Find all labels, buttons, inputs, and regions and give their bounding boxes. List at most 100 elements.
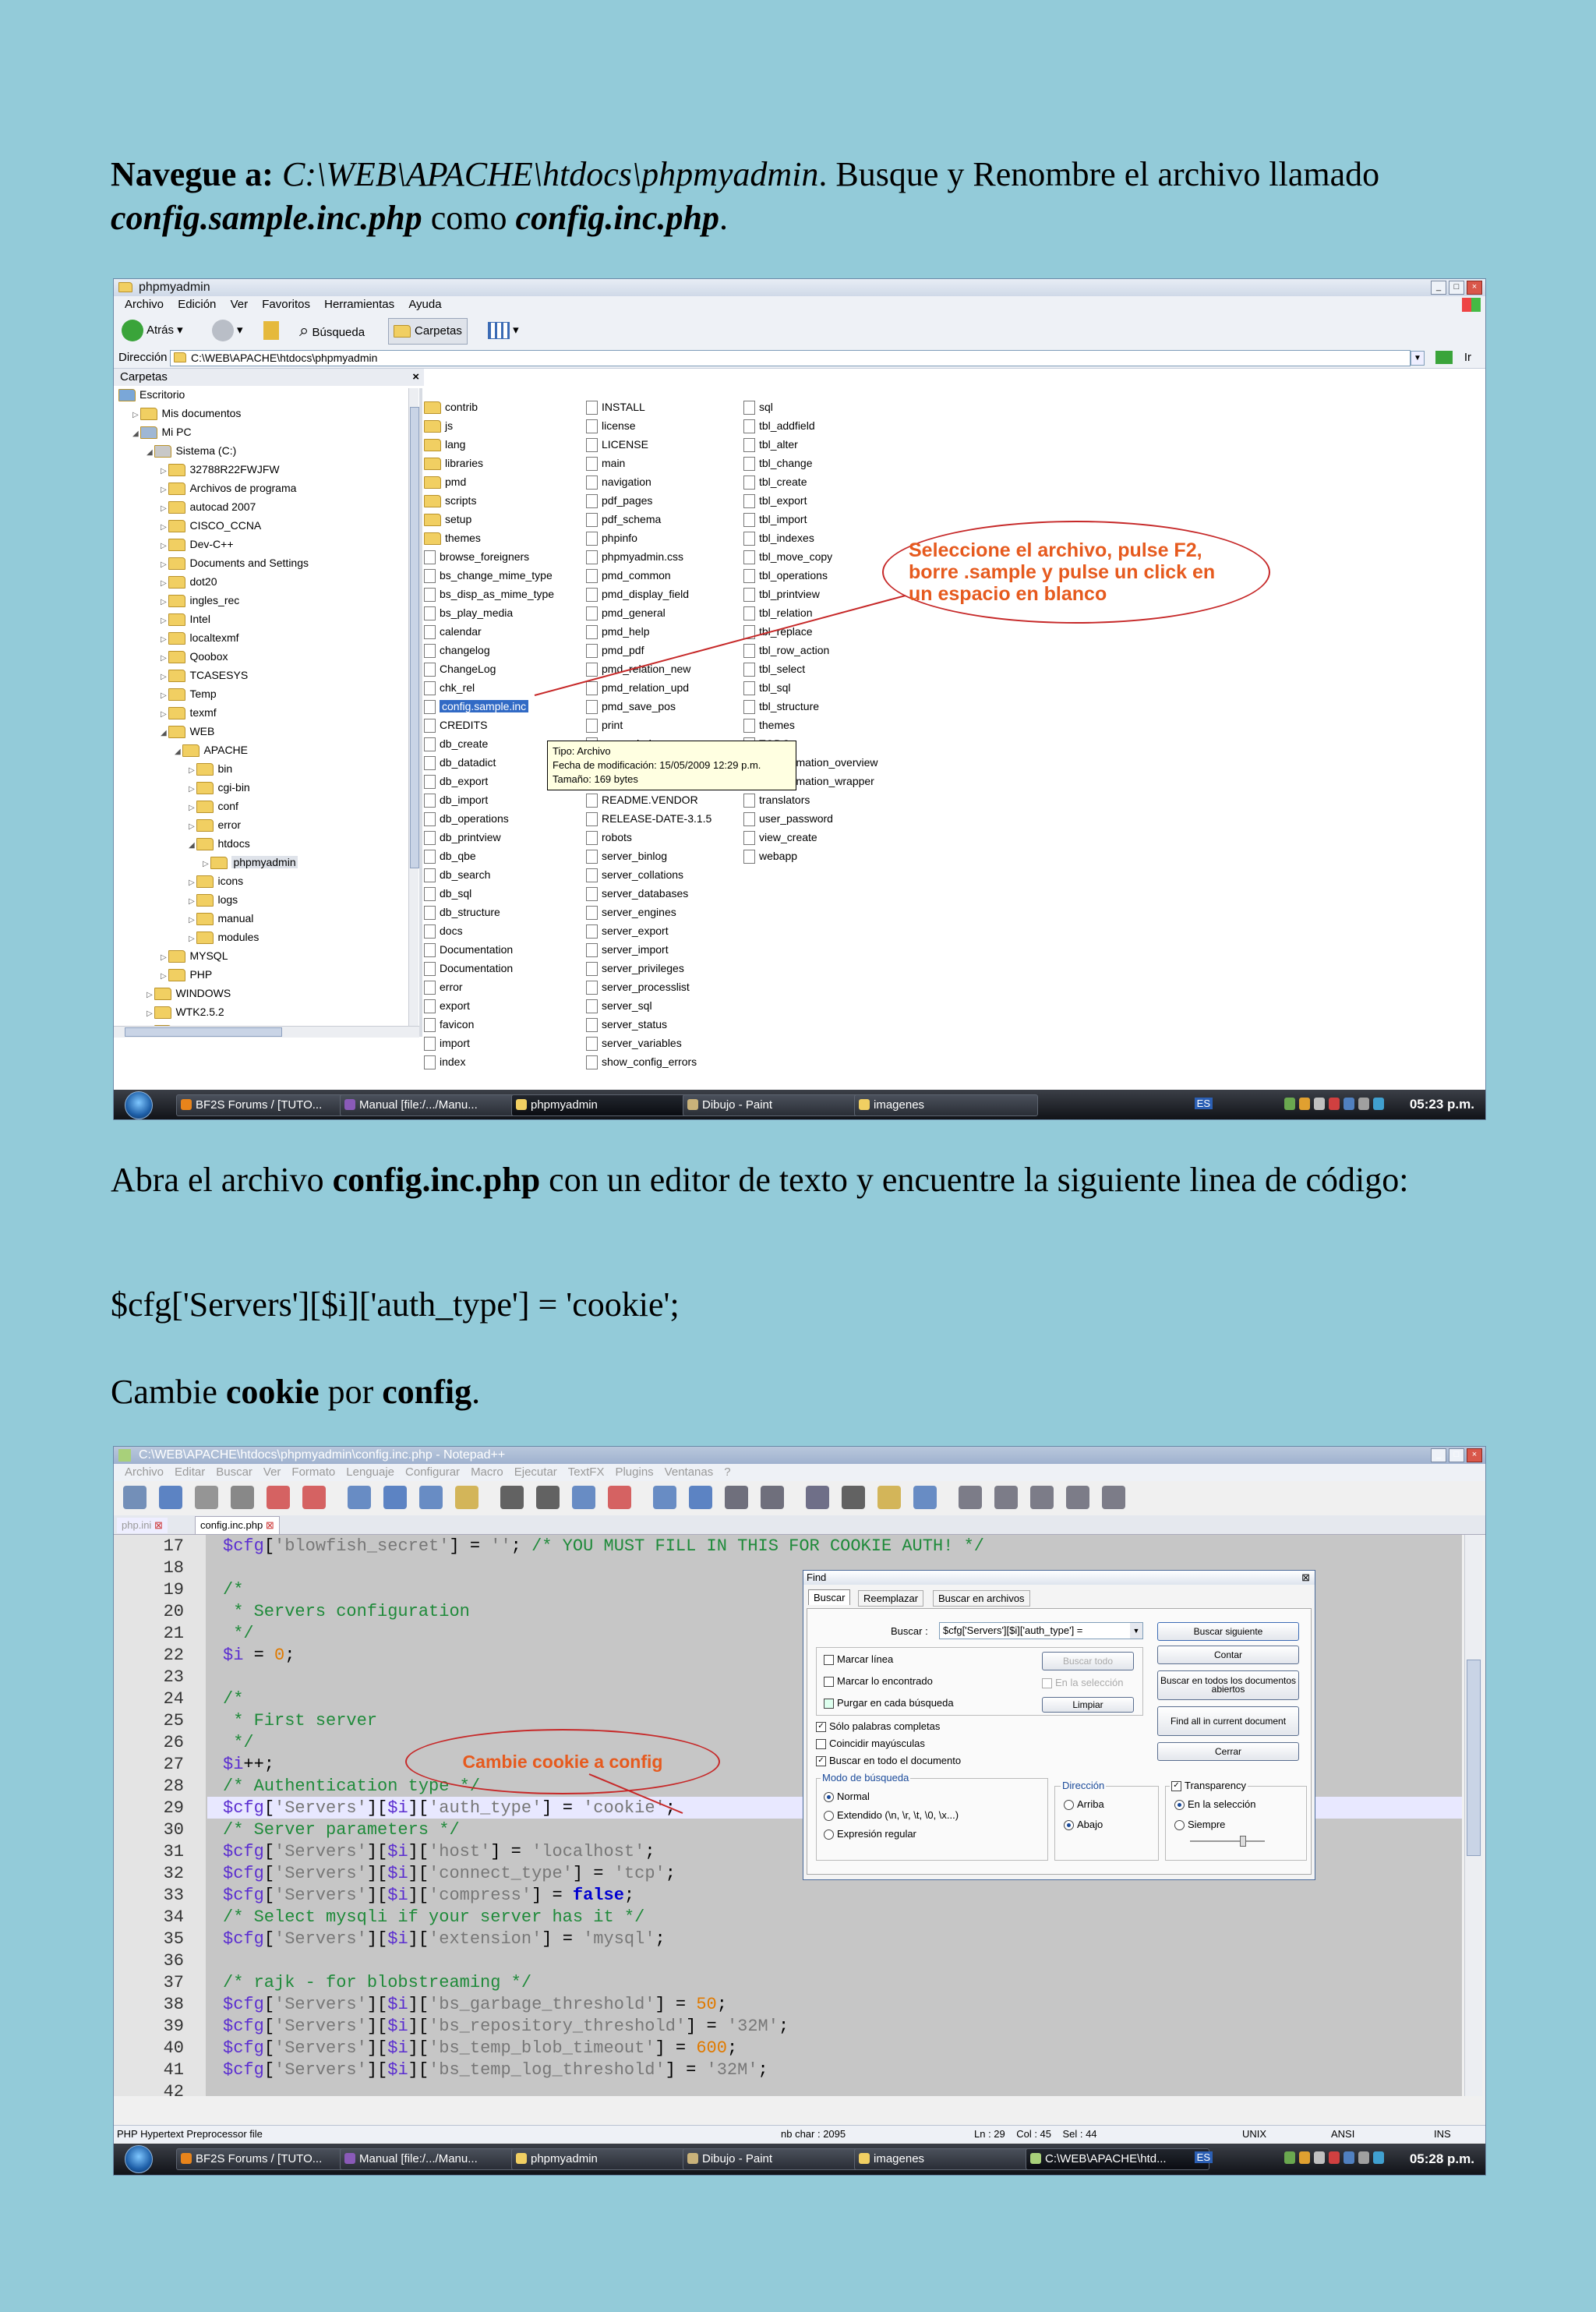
callout-text: Seleccione el archivo, pulse F2, borre .… [909, 539, 1216, 605]
taskbar-item-phpmyadmin[interactable]: phpmyadmin [511, 1094, 695, 1116]
taskbar-label: Dibujo - Paint [702, 1098, 773, 1112]
find-next-button[interactable]: Buscar siguiente [1157, 1622, 1299, 1641]
radio-label: Normal [837, 1791, 870, 1802]
trans-on-selection-radio[interactable]: En la selección [1174, 1798, 1256, 1811]
mark-found-checkbox[interactable]: Marcar lo encontrado [824, 1675, 933, 1688]
taskbar-item-manual[interactable]: Manual [file:/.../Manu... [340, 2148, 524, 2170]
volume-icon[interactable] [1373, 1098, 1384, 1110]
taskbar-label: phpmyadmin [531, 1098, 598, 1112]
checkbox-label: Coincidir mayúsculas [829, 1738, 925, 1749]
paint-icon [687, 1099, 698, 1110]
keyword-config: config [382, 1373, 472, 1411]
mode-normal-radio[interactable]: Normal [824, 1791, 870, 1803]
taskbar-label: phpmyadmin [531, 2152, 598, 2165]
checkbox-label: Buscar en todo el documento [829, 1755, 962, 1766]
taskbar-label: BF2S Forums / [TUTO... [196, 1098, 323, 1112]
language-indicator[interactable]: ES [1194, 2151, 1213, 2163]
taskbar-item-paint[interactable]: Dibujo - Paint [683, 2148, 867, 2170]
checkbox-label: Transparency [1185, 1780, 1246, 1791]
radio-label: Arriba [1077, 1798, 1104, 1810]
tray-icon[interactable] [1344, 2151, 1354, 2164]
instruction-change: Cambie cookie por config. [111, 1370, 1484, 1414]
path-text: C:\WEB\APACHE\htdocs\phpmyadmin [281, 155, 819, 193]
tray-icon[interactable] [1299, 2151, 1310, 2164]
taskbar-item-paint[interactable]: Dibujo - Paint [683, 1094, 867, 1116]
taskbar-item-imagenes[interactable]: imagenes [854, 1094, 1038, 1116]
wrap-around-checkbox[interactable]: ✓ Buscar en todo el documento [816, 1755, 962, 1767]
start-button[interactable] [125, 2145, 153, 2173]
search-value: $cfg['Servers'][$i]['auth_type'] = [943, 1624, 1083, 1636]
find-all-open-docs-button[interactable]: Buscar en todos los documentos abiertos [1157, 1670, 1299, 1700]
paint-icon [687, 2153, 698, 2164]
mode-extended-radio[interactable]: Extendido (\n, \r, \t, \0, \x...) [824, 1809, 959, 1822]
tray-icon[interactable] [1314, 1098, 1325, 1110]
purge-checkbox[interactable]: Purgar en cada búsqueda [824, 1697, 954, 1709]
taskbar-item-notepad[interactable]: C:\WEB\APACHE\htd... [1026, 2148, 1209, 2170]
taskbar-label: imagenes [874, 1098, 925, 1112]
eol-format: UNIX [1242, 2128, 1267, 2140]
notepad-icon [1030, 2153, 1041, 2164]
folder-icon [516, 1099, 527, 1110]
taskbar-item-phpmyadmin[interactable]: phpmyadmin [511, 2148, 695, 2170]
encoding: ANSI [1331, 2128, 1355, 2140]
radio-label: En la selección [1188, 1798, 1256, 1810]
volume-icon[interactable] [1373, 2151, 1384, 2164]
transparency-slider[interactable] [1190, 1836, 1265, 1847]
trans-always-radio[interactable]: Siempre [1174, 1819, 1225, 1831]
tray-icon[interactable] [1284, 1098, 1295, 1110]
count-button[interactable]: Contar [1157, 1646, 1299, 1664]
tray-icon[interactable] [1358, 2151, 1369, 2164]
in-selection-checkbox[interactable]: En la selección [1042, 1677, 1123, 1689]
mark-line-checkbox[interactable]: Marcar línea [824, 1653, 894, 1666]
direction-down-radio[interactable]: Abajo [1064, 1819, 1103, 1831]
close-button[interactable]: Cerrar [1157, 1742, 1299, 1761]
taskbar: BF2S Forums / [TUTO... Manual [file:/...… [114, 1090, 1485, 1119]
tray-icon[interactable] [1314, 2151, 1325, 2164]
radio-label: Expresión regular [837, 1828, 916, 1840]
code-line: $cfg['Servers'][$i]['auth_type'] = 'cook… [111, 1285, 680, 1324]
tab-buscar-en-archivos[interactable]: Buscar en archivos [933, 1590, 1030, 1607]
taskbar-item-imagenes[interactable]: imagenes [854, 2148, 1038, 2170]
close-icon[interactable]: ⊠ [1301, 1571, 1310, 1585]
tab-buscar[interactable]: Buscar [808, 1589, 851, 1605]
checkbox-label: Purgar en cada búsqueda [837, 1697, 954, 1709]
cursor-position: Ln : 29 Col : 45 Sel : 44 [974, 2128, 1097, 2140]
instruction-text: Abra el archivo [111, 1161, 333, 1199]
dropdown-icon[interactable]: ▼ [1130, 1623, 1142, 1639]
direction-up-radio[interactable]: Arriba [1064, 1798, 1104, 1811]
instruction-callout: Seleccione el archivo, pulse F2, borre .… [882, 521, 1270, 624]
taskbar-item-firefox[interactable]: BF2S Forums / [TUTO... [176, 1094, 352, 1116]
find-all-current-doc-button[interactable]: Find all in current document [1157, 1706, 1299, 1736]
slider-thumb[interactable] [1240, 1836, 1246, 1847]
tab-reemplazar[interactable]: Reemplazar [858, 1590, 924, 1607]
browser-icon [344, 2153, 355, 2164]
tray-icon[interactable] [1344, 1098, 1354, 1110]
tray-icon[interactable] [1358, 1098, 1369, 1110]
find-all-button[interactable]: Buscar todo [1042, 1652, 1134, 1670]
whole-word-checkbox[interactable]: ✓ Sólo palabras completas [816, 1720, 940, 1733]
tray-icon[interactable] [1329, 2151, 1340, 2164]
taskbar-label: C:\WEB\APACHE\htd... [1045, 2152, 1167, 2165]
search-input[interactable]: $cfg['Servers'][$i]['auth_type'] = ▼ [939, 1622, 1143, 1639]
language-indicator[interactable]: ES [1194, 1098, 1213, 1109]
tray-icon[interactable] [1329, 1098, 1340, 1110]
instruction-text: Cambie [111, 1373, 226, 1411]
old-filename: config.sample.inc.php [111, 199, 422, 237]
instruction-text: como [422, 199, 516, 237]
tray-icon[interactable] [1284, 2151, 1295, 2164]
mode-regex-radio[interactable]: Expresión regular [824, 1828, 916, 1840]
clear-button[interactable]: Limpiar [1042, 1697, 1134, 1713]
instruction-text: . [719, 199, 729, 237]
instruction-text: . [471, 1373, 481, 1411]
clock: 05:28 p.m. [1409, 2151, 1474, 2166]
tray-icon[interactable] [1299, 1098, 1310, 1110]
taskbar-label: Dibujo - Paint [702, 2152, 773, 2165]
checkbox-label: Marcar línea [837, 1653, 894, 1665]
transparency-checkbox[interactable]: ✓ Transparency [1170, 1780, 1248, 1792]
instruction-text: con un editor de texto y encuentre la si… [540, 1161, 1409, 1199]
filename: config.inc.php [332, 1161, 541, 1199]
match-case-checkbox[interactable]: Coincidir mayúsculas [816, 1738, 925, 1750]
taskbar-item-firefox[interactable]: BF2S Forums / [TUTO... [176, 2148, 352, 2170]
taskbar-item-manual[interactable]: Manual [file:/.../Manu... [340, 1094, 524, 1116]
start-button[interactable] [125, 1091, 153, 1119]
